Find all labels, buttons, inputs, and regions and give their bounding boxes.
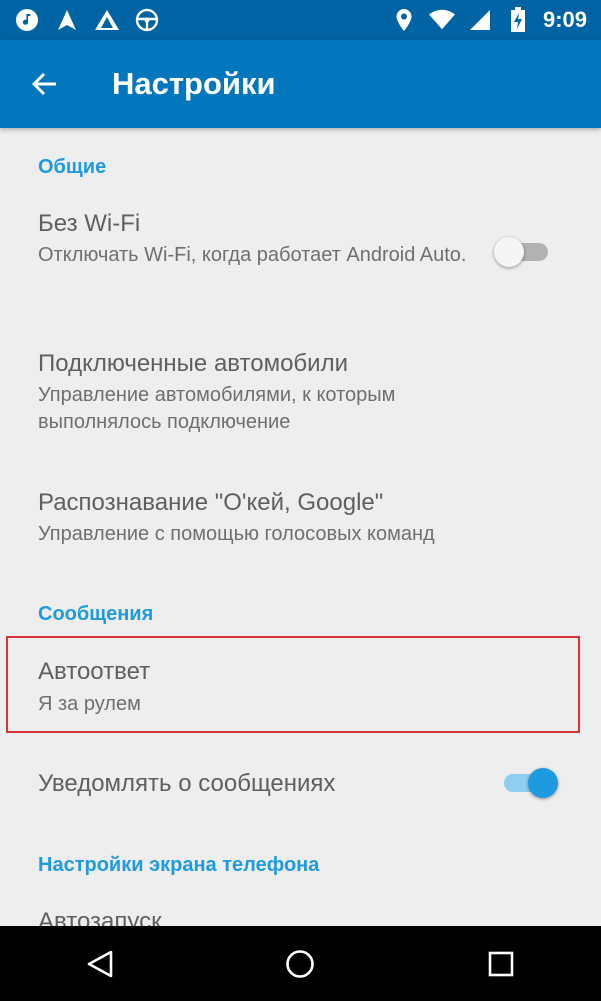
pref-ok-google-title: Распознавание "О'кей, Google" xyxy=(38,489,384,516)
section-header-general: Общие xyxy=(38,156,107,178)
status-right: 9:09 xyxy=(391,7,601,33)
cell-signal-icon xyxy=(467,7,493,33)
no-wifi-toggle[interactable] xyxy=(494,235,554,267)
pref-autoreply-summary: Я за рулем xyxy=(38,693,141,715)
recents-square-icon xyxy=(488,951,514,976)
pref-ok-google-summary: Управление с помощью голосовых команд xyxy=(38,523,435,545)
nav-bar xyxy=(0,926,601,1001)
status-time: 9:09 xyxy=(542,7,587,32)
back-button[interactable] xyxy=(0,40,88,128)
pref-connected-cars-title: Подключенные автомобили xyxy=(38,350,348,377)
pref-autoreply-title: Автоответ xyxy=(38,658,151,685)
nav-recents-button[interactable] xyxy=(461,926,541,1001)
pref-connected-cars-summary: Управление автомобилями, к которым выпол… xyxy=(38,384,396,433)
home-circle-icon xyxy=(286,949,315,978)
status-bar: 9:09 xyxy=(0,0,601,40)
steering-wheel-icon xyxy=(134,7,160,33)
pref-no-wifi-summary: Отключать Wi-Fi, когда работает Android … xyxy=(38,244,467,266)
notify-messages-toggle[interactable] xyxy=(500,766,560,798)
toggle-thumb xyxy=(494,237,524,267)
toggle-thumb xyxy=(528,768,558,798)
wifi-icon xyxy=(428,7,455,33)
battery-charging-icon xyxy=(505,7,531,33)
navigation-arrow-icon xyxy=(54,7,80,33)
section-header-messages: Сообщения xyxy=(38,603,154,625)
arrow-back-icon xyxy=(32,73,56,95)
android-auto-icon xyxy=(94,7,120,33)
screen: 9:09 Настройки Общие Без Wi-Fi Отключать… xyxy=(0,0,601,1001)
nav-home-button[interactable] xyxy=(260,926,340,1001)
pref-no-wifi-title: Без Wi-Fi xyxy=(38,210,141,237)
music-icon xyxy=(14,7,40,33)
location-icon xyxy=(391,7,417,33)
pref-notify-messages-title: Уведомлять о сообщениях xyxy=(38,770,336,797)
nav-back-button[interactable] xyxy=(60,926,140,1001)
section-header-phone-screen: Настройки экрана телефона xyxy=(38,854,320,876)
back-triangle-icon xyxy=(87,950,113,977)
page-title: Настройки xyxy=(112,66,276,101)
app-bar: Настройки xyxy=(0,40,601,128)
pref-autostart-title: Автозапуск xyxy=(38,908,162,926)
status-left xyxy=(0,7,160,33)
settings-list[interactable]: Общие Без Wi-Fi Отключать Wi-Fi, когда р… xyxy=(0,128,601,926)
